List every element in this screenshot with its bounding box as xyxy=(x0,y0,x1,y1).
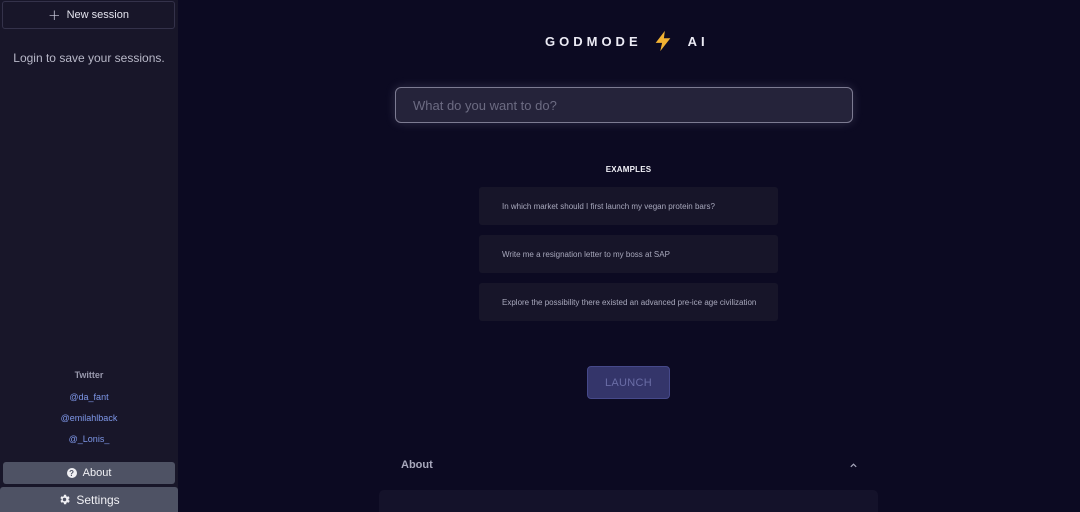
brand-text-ai: AI xyxy=(687,33,709,49)
about-panel xyxy=(379,490,878,512)
example-item[interactable]: Write me a resignation letter to my boss… xyxy=(479,235,778,273)
chevron-up-icon xyxy=(849,461,858,470)
new-session-label: New session xyxy=(66,9,129,21)
question-circle-icon: ? xyxy=(66,468,77,478)
launch-button[interactable]: LAUNCH xyxy=(587,366,670,399)
task-input[interactable] xyxy=(395,87,853,123)
login-hint: Login to save your sessions. xyxy=(13,51,165,65)
twitter-heading: Twitter xyxy=(74,370,104,380)
example-text: Explore the possibility there existed an… xyxy=(502,297,757,307)
example-text: Write me a resignation letter to my boss… xyxy=(502,249,670,259)
twitter-link-lonis[interactable]: @_Lonis_ xyxy=(0,434,178,444)
about-section-title: About xyxy=(401,459,433,471)
plus-icon: + xyxy=(48,5,61,24)
example-item[interactable]: In which market should I first launch my… xyxy=(479,187,778,225)
settings-button-label: Settings xyxy=(76,492,120,507)
brand-title: GODMODE AI xyxy=(545,30,709,52)
app-root: + New session Login to save your session… xyxy=(0,0,1080,512)
about-button[interactable]: ? About xyxy=(3,462,175,484)
brand-text-godmode: GODMODE xyxy=(545,33,642,49)
about-accordion-header[interactable]: About xyxy=(379,450,878,480)
about-button-label: About xyxy=(82,467,112,479)
gear-icon xyxy=(58,493,71,506)
examples-heading: EXAMPLES xyxy=(605,165,652,174)
twitter-link-da-fant[interactable]: @da_fant xyxy=(0,392,178,402)
sidebar: + New session Login to save your session… xyxy=(0,0,178,512)
settings-button[interactable]: Settings xyxy=(0,487,178,512)
lightning-bolt-icon xyxy=(652,30,674,52)
twitter-link-emilahlback[interactable]: @emilahlback xyxy=(0,413,178,423)
example-item[interactable]: Explore the possibility there existed an… xyxy=(479,283,778,321)
example-text: In which market should I first launch my… xyxy=(502,201,715,211)
new-session-button[interactable]: + New session xyxy=(2,1,175,29)
